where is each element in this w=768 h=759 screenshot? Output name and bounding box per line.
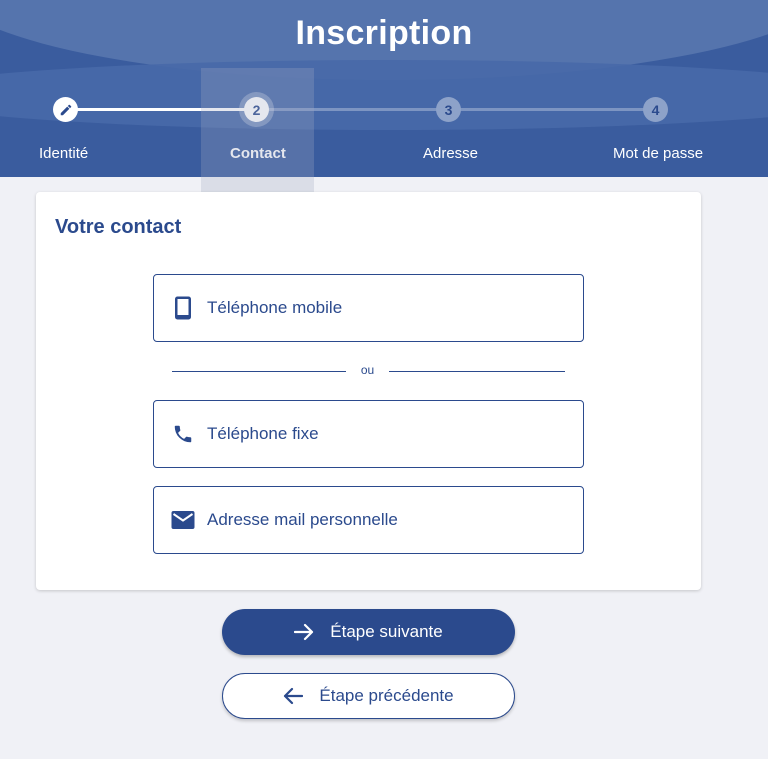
personal-email-option-label: Adresse mail personnelle — [207, 510, 398, 529]
previous-step-button-label: Étape précédente — [319, 686, 454, 705]
current-step-highlight — [201, 68, 314, 192]
or-separator-label: ou — [360, 363, 375, 377]
mobile-phone-option-label: Téléphone mobile — [207, 298, 343, 317]
step-mot-de-passe-circle: 4 — [643, 97, 668, 122]
phone-icon — [171, 422, 195, 446]
next-step-button-label: Étape suivante — [330, 622, 443, 641]
next-step-button[interactable]: Étape suivante — [222, 609, 515, 655]
personal-email-option[interactable]: Adresse mail personnelle — [153, 486, 584, 554]
card-title: Votre contact — [55, 216, 182, 238]
landline-phone-option-label: Téléphone fixe — [207, 424, 319, 443]
step-adresse-circle: 3 — [436, 97, 461, 122]
landline-phone-option[interactable]: Téléphone fixe — [153, 400, 584, 468]
header: Inscription 2 3 4 Identité Contact Adres… — [0, 0, 768, 177]
arrow-right-icon — [294, 623, 314, 641]
step-identite-label[interactable]: Identité — [39, 145, 88, 162]
step-adresse-label: Adresse — [423, 145, 479, 162]
page-title: Inscription — [295, 14, 473, 52]
previous-step-button[interactable]: Étape précédente — [222, 673, 515, 719]
step-mot-de-passe-label: Mot de passe — [613, 145, 704, 162]
arrow-left-icon — [283, 687, 304, 705]
mail-icon — [171, 508, 195, 532]
or-separator: ou — [172, 363, 565, 379]
mobile-phone-option[interactable]: Téléphone mobile — [153, 274, 584, 342]
step-identite-circle[interactable] — [53, 97, 78, 122]
pencil-icon — [60, 104, 71, 115]
contact-card: Votre contact Téléphone mobile ou Téléph… — [36, 192, 701, 590]
smartphone-icon — [171, 296, 195, 320]
